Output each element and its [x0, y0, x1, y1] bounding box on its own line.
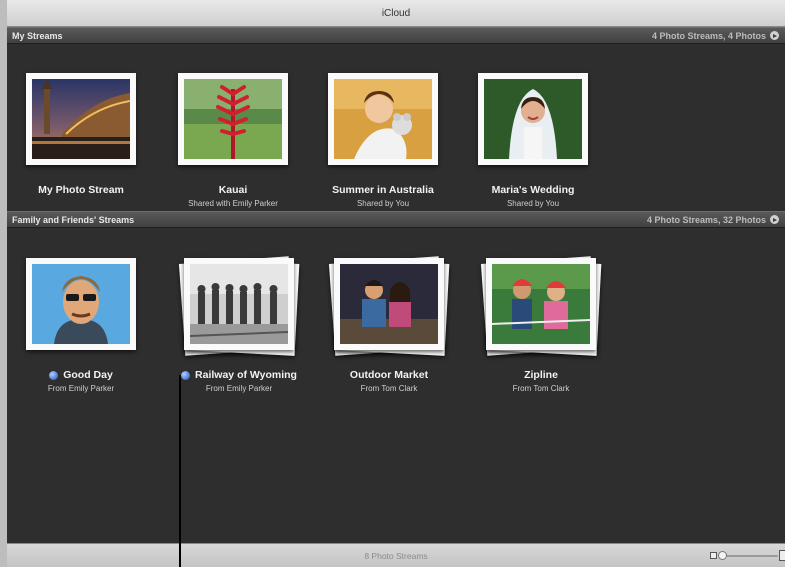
large-photo-icon [779, 550, 785, 561]
title-bar: iCloud [7, 0, 785, 27]
stream-subtitle: Shared by You [356, 199, 410, 208]
stream-title: Good Day [63, 369, 113, 381]
stream-title: Maria's Wedding [491, 184, 575, 196]
stream-subtitle: Shared by You [506, 199, 560, 208]
family-streams-label: Family and Friends' Streams [12, 214, 135, 225]
family-streams-header: Family and Friends' Streams 4 Photo Stre… [7, 211, 785, 228]
stream-tile[interactable]: Railway of Wyoming From Emily Parker [164, 256, 314, 393]
stream-title: Kauai [218, 184, 248, 196]
arrow-right-circle-icon[interactable] [770, 31, 779, 40]
my-streams-count: 4 Photo Streams, 4 Photos [651, 30, 766, 41]
stream-tile[interactable]: Summer in Australia Shared by You [308, 73, 458, 208]
my-streams-grid: My Photo Stream Kauai Shared with Emily … [7, 45, 785, 211]
stream-title: Railway of Wyoming [195, 369, 297, 381]
photo-frame[interactable] [184, 258, 294, 350]
photo-frame[interactable] [328, 73, 438, 165]
thumbnail-man-sunglasses [32, 264, 130, 344]
photo-frame[interactable] [26, 73, 136, 165]
my-streams-header: My Streams 4 Photo Streams, 4 Photos [7, 27, 785, 44]
zoom-knob[interactable] [718, 551, 727, 560]
thumbnail-couple-market [340, 264, 438, 344]
status-bar: 8 Photo Streams [7, 543, 785, 567]
thumbnail-plaza [32, 79, 130, 159]
stream-tile[interactable]: Maria's Wedding Shared by You [458, 73, 608, 208]
my-streams-count-link[interactable]: 4 Photo Streams, 4 Photos [652, 31, 779, 41]
thumbnail-bride [484, 79, 582, 159]
thumbnail-red-flower [184, 79, 282, 159]
zoom-slider[interactable] [710, 550, 785, 562]
photo-frame[interactable] [478, 73, 588, 165]
stream-tile[interactable]: Zipline From Tom Clark [466, 256, 616, 393]
stream-tile[interactable]: Good Day From Emily Parker [6, 258, 156, 393]
stream-subtitle: From Emily Parker [47, 384, 115, 393]
callout-line [179, 375, 181, 567]
family-streams-count-link[interactable]: 4 Photo Streams, 32 Photos [647, 215, 779, 225]
stream-tile[interactable]: My Photo Stream [6, 73, 156, 199]
window-title: iCloud [381, 7, 411, 19]
photo-frame[interactable] [486, 258, 596, 350]
photo-frame[interactable] [334, 258, 444, 350]
stream-tile[interactable]: Kauai Shared with Emily Parker [158, 73, 308, 208]
my-streams-label: My Streams [12, 30, 63, 41]
stream-title: Zipline [524, 369, 558, 381]
arrow-right-circle-icon[interactable] [770, 215, 779, 224]
stream-subtitle: From Emily Parker [205, 384, 273, 393]
thumbnail-girl-with-toy [334, 79, 432, 159]
stream-subtitle: Shared with Emily Parker [188, 199, 278, 208]
thumbnail-zipline-couple [492, 264, 590, 344]
stream-title: Outdoor Market [349, 369, 429, 381]
status-text: 8 Photo Streams [364, 550, 428, 561]
zoom-track[interactable] [722, 555, 778, 557]
stream-title: Summer in Australia [332, 184, 434, 196]
family-streams-grid: Good Day From Emily Parker Railway of Wy… [7, 229, 785, 543]
stream-tile[interactable]: Outdoor Market From Tom Clark [314, 256, 464, 393]
stream-title: My Photo Stream [38, 184, 124, 196]
small-photo-icon [710, 552, 717, 559]
stream-subtitle: From Tom Clark [360, 384, 418, 393]
photo-frame[interactable] [26, 258, 136, 350]
blue-dot-icon [49, 370, 59, 380]
stream-subtitle: From Tom Clark [512, 384, 570, 393]
thumbnail-railway-workers [190, 264, 288, 344]
photo-frame[interactable] [178, 73, 288, 165]
family-streams-count: 4 Photo Streams, 32 Photos [646, 214, 766, 225]
blue-dot-icon [181, 370, 191, 380]
